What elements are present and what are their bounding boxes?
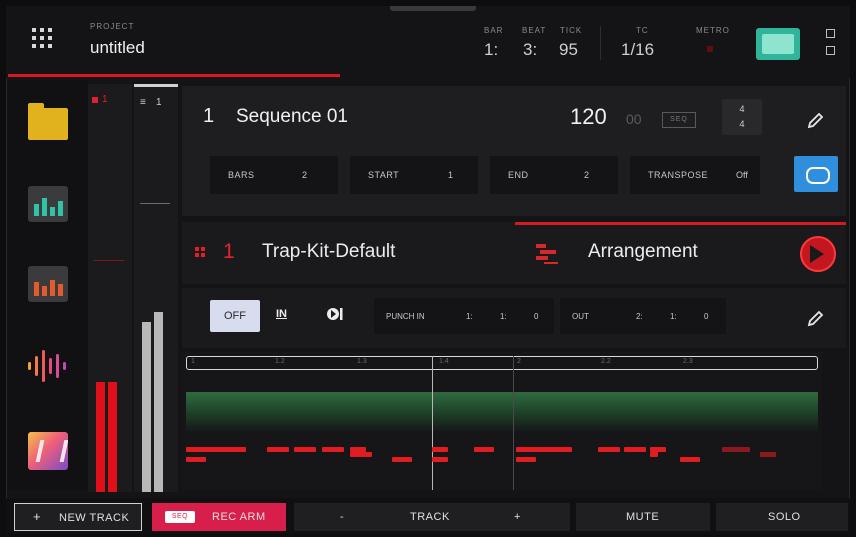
end-field[interactable]: END 2 (490, 156, 618, 194)
ruler-tick: 1.2 (275, 358, 285, 365)
bar-line (513, 356, 514, 490)
edit-record-pencil-icon[interactable] (806, 308, 826, 328)
seq-record-tag: SEQ (165, 511, 195, 523)
peak-marker (140, 203, 170, 204)
project-label: PROJECT (90, 22, 135, 31)
drum-track-icon (195, 247, 206, 258)
ruler-tick: 2.3 (683, 358, 693, 365)
note-event[interactable] (516, 457, 536, 462)
play-stop-icon[interactable] (326, 306, 344, 327)
note-event[interactable] (267, 447, 289, 452)
mute-button[interactable]: MUTE (576, 503, 710, 531)
punch-in-field[interactable]: PUNCH IN 1: 1: 0 (374, 298, 554, 334)
track-region (186, 392, 818, 432)
time-signature[interactable]: 4 4 (722, 99, 762, 135)
arrangement-icon (536, 244, 560, 264)
meter-level-right (154, 312, 163, 492)
ruler-tick: 2 (517, 358, 521, 365)
note-event[interactable] (680, 457, 700, 462)
meter-level-left (96, 382, 105, 492)
tempo-decimal[interactable]: 00 (626, 111, 642, 127)
tick-value[interactable]: 95 (559, 40, 578, 60)
meter-label: 1 (102, 94, 108, 105)
bars-field[interactable]: BARS 2 (210, 156, 338, 194)
sequence-number: 1 (203, 105, 215, 127)
new-track-button[interactable]: + NEW TRACK (14, 503, 142, 531)
meter-level-left (142, 322, 151, 492)
track-minus-button[interactable]: - (294, 503, 394, 531)
peak-marker (94, 260, 124, 261)
loop-toggle-icon[interactable] (794, 156, 838, 192)
plus-icon: + (33, 509, 42, 524)
punch-out-field[interactable]: OUT 2: 1: 0 (560, 298, 726, 334)
master-meter[interactable]: ≡ 1 (134, 84, 178, 492)
note-event[interactable] (322, 447, 344, 452)
ruler-tick: 1 (191, 358, 195, 365)
effects-icon[interactable] (28, 432, 68, 470)
arrangement-label: Arrangement (588, 241, 698, 262)
pad-icon (92, 97, 98, 103)
transpose-field[interactable]: TRANSPOSE Off (630, 156, 760, 194)
note-event[interactable] (432, 457, 448, 462)
note-event[interactable] (722, 447, 750, 452)
beat-label: BEAT (522, 26, 547, 35)
channel-mixer-icon[interactable] (28, 186, 68, 222)
sample-edit-icon[interactable] (26, 350, 70, 382)
metro-label: METRO (696, 26, 730, 35)
note-event[interactable] (650, 452, 658, 457)
sequence-name[interactable]: Sequence 01 (236, 106, 348, 128)
rec-arm-button[interactable]: SEQ REC ARM (152, 503, 286, 531)
tick-label: TICK (560, 26, 583, 35)
monitor-icon[interactable] (756, 28, 800, 60)
note-event[interactable] (350, 452, 372, 457)
note-event[interactable] (516, 447, 572, 452)
bar-label: BAR (484, 26, 504, 35)
tc-value[interactable]: 1/16 (621, 40, 654, 60)
ruler-tick: 2.2 (601, 358, 611, 365)
track-name[interactable]: Trap-Kit-Default (262, 241, 395, 263)
solo-button[interactable]: SOLO (716, 503, 848, 531)
stack-icon: ≡ (140, 97, 146, 108)
browser-folder-icon[interactable] (28, 103, 68, 140)
project-name[interactable]: untitled (90, 38, 145, 58)
start-field[interactable]: START 1 (350, 156, 478, 194)
track-label: TRACK (394, 503, 474, 531)
note-event[interactable] (392, 457, 412, 462)
note-event[interactable] (294, 447, 316, 452)
close-window-icon[interactable] (826, 46, 835, 55)
note-event[interactable] (186, 457, 206, 462)
note-event[interactable] (432, 447, 448, 452)
grid-menu-icon[interactable] (28, 24, 58, 54)
ruler-tick: 1.3 (357, 358, 367, 365)
note-event[interactable] (598, 447, 620, 452)
tc-label: TC (636, 26, 649, 35)
record-off-button[interactable]: OFF (210, 300, 260, 332)
active-tab-indicator (8, 74, 340, 77)
tempo-source-toggle[interactable]: SEQ (662, 112, 696, 128)
top-divider (600, 26, 601, 60)
note-event[interactable] (474, 447, 494, 452)
top-pull-handle[interactable] (390, 6, 476, 11)
beat-value[interactable]: 3: (523, 40, 537, 60)
playhead[interactable] (432, 356, 433, 490)
edit-sequence-pencil-icon[interactable] (806, 110, 826, 130)
meter-level-right (108, 382, 117, 492)
tempo-value[interactable]: 120 (570, 104, 607, 130)
note-event[interactable] (760, 452, 776, 457)
ruler-tick: 1.4 (439, 358, 449, 365)
track-number: 1 (223, 240, 235, 263)
bar-value[interactable]: 1: (484, 40, 498, 60)
metro-indicator[interactable] (707, 46, 713, 52)
input-record-button[interactable]: IN (276, 308, 287, 320)
track-meter[interactable]: 1 (88, 84, 132, 492)
play-from-start-icon[interactable] (800, 236, 836, 272)
meter-label: 1 (156, 97, 162, 108)
timeline-ruler[interactable]: 1 1.2 1.3 1.4 2 2.2 2.3 (186, 356, 818, 370)
note-event[interactable] (186, 447, 246, 452)
window-icon[interactable] (826, 29, 835, 38)
pad-mixer-icon[interactable] (28, 266, 68, 302)
note-event[interactable] (624, 447, 646, 452)
track-plus-button[interactable]: + (474, 503, 570, 531)
